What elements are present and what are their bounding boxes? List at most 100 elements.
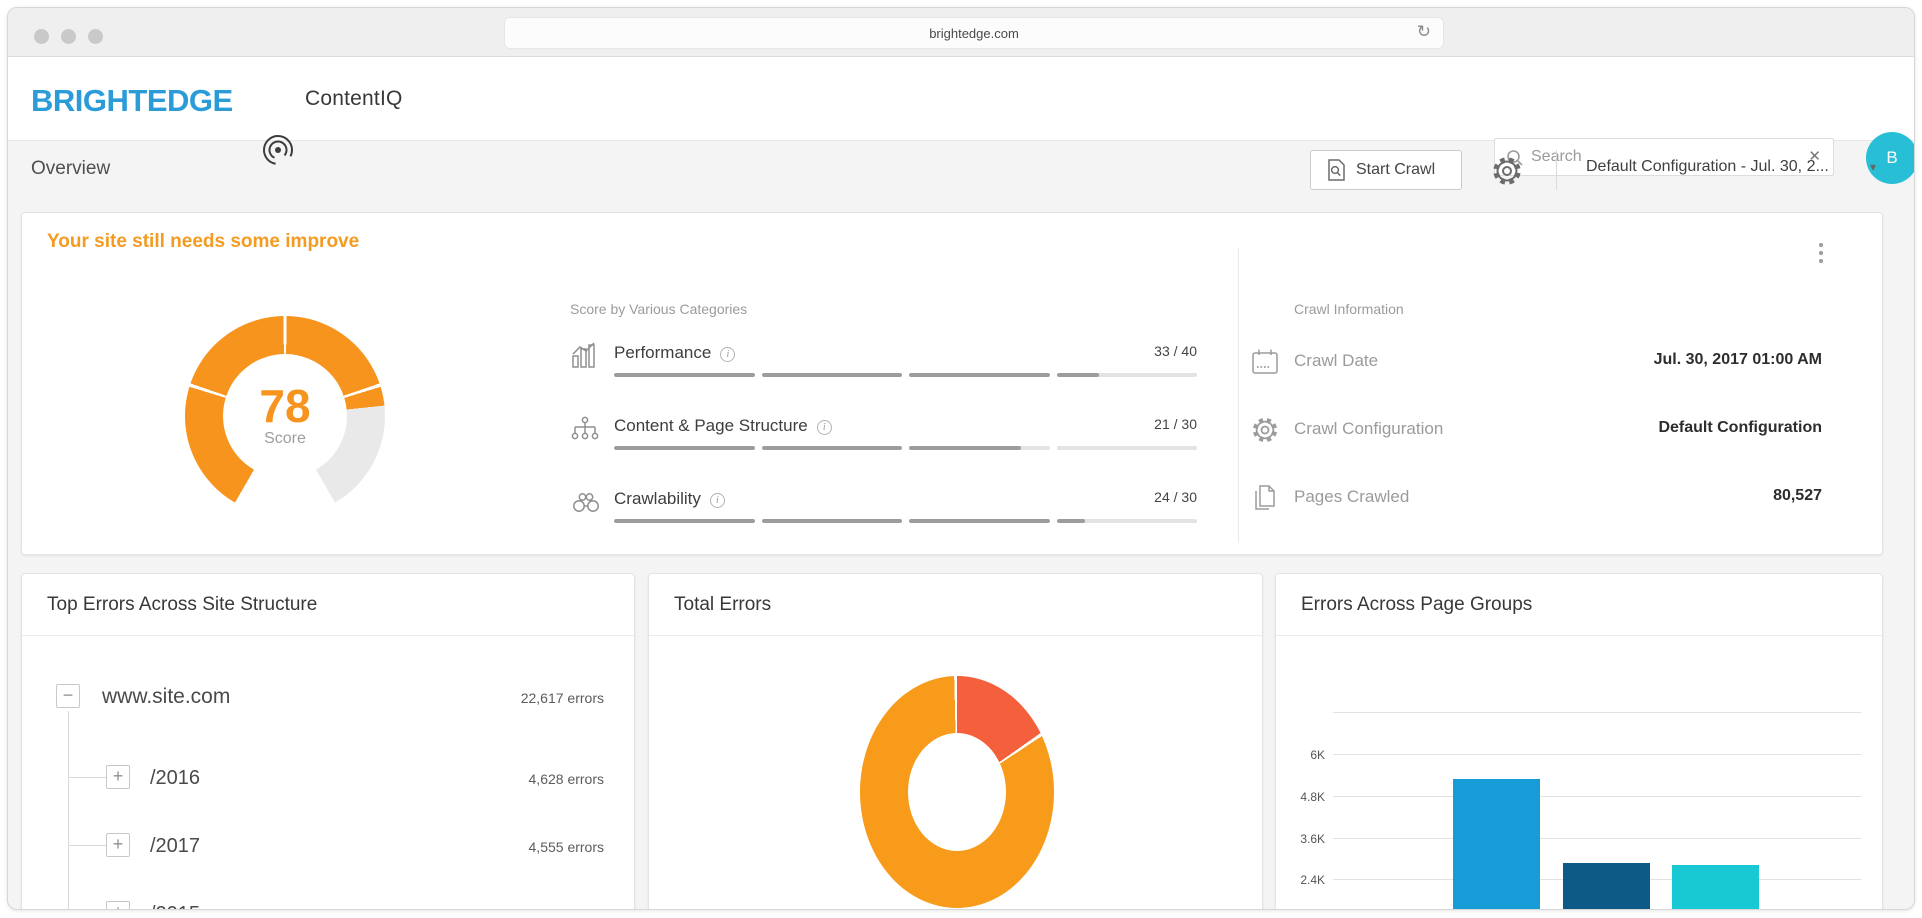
crawl-info-row: Crawl Date Jul. 30, 2017 01:00 AM xyxy=(1250,347,1822,377)
tree-child-label[interactable]: /2017 xyxy=(150,835,200,858)
configuration-selector[interactable]: Default Configuration - Jul. 30, 2... xyxy=(1586,158,1829,176)
score-label: Score xyxy=(264,430,306,448)
category-score: 33 / 40 xyxy=(1154,343,1197,359)
tree-connector xyxy=(69,845,106,846)
category-score: 21 / 30 xyxy=(1154,416,1197,432)
progress-segment xyxy=(614,519,755,523)
progress-segment xyxy=(762,519,903,523)
gear-icon xyxy=(1250,415,1280,445)
window-zoom-icon[interactable] xyxy=(88,29,103,44)
progress-segment xyxy=(614,446,755,450)
toolbar-divider xyxy=(1556,150,1557,190)
settings-gear-icon[interactable] xyxy=(1490,154,1524,188)
y-axis-tick-label: 6K xyxy=(1281,748,1325,762)
page-groups-errors-card: Errors Across Page Groups 01.2K2.4K3.6K4… xyxy=(1275,573,1883,910)
crawl-info-row: Crawl Configuration Default Configuratio… xyxy=(1250,415,1822,445)
category-row-crawlability: Crawlabilityi 24 / 30 xyxy=(570,487,1197,533)
total-errors-donut-chart[interactable] xyxy=(860,676,1054,908)
tree-child-errors: 3,447 errors xyxy=(529,907,604,910)
card-title: Total Errors xyxy=(674,594,771,616)
progress-segment xyxy=(909,446,1050,450)
tree-root-errors: 22,617 errors xyxy=(521,690,604,706)
category-name: Performancei xyxy=(614,343,735,363)
tree-child-errors: 4,628 errors xyxy=(529,771,604,787)
bar-chart: 01.2K2.4K3.6K4.8K6K xyxy=(1333,713,1861,910)
y-axis-tick-label: 3.6K xyxy=(1281,832,1325,846)
crawl-info-section-title: Crawl Information xyxy=(1294,301,1404,317)
gridline xyxy=(1333,838,1861,839)
card-title: Errors Across Page Groups xyxy=(1301,594,1532,616)
page-toolbar: Overview Start Crawl Default Configurati… xyxy=(8,141,1914,198)
progress-segment xyxy=(1057,373,1198,377)
category-score: 24 / 30 xyxy=(1154,489,1197,505)
score-banner: Your site still needs some improve xyxy=(47,231,359,253)
card-menu-icon[interactable] xyxy=(1815,239,1827,267)
site-structure-errors-card: Top Errors Across Site Structure − www.s… xyxy=(21,573,635,910)
section-divider xyxy=(1238,248,1239,543)
category-name: Crawlabilityi xyxy=(614,489,725,509)
crawl-document-icon xyxy=(1325,158,1347,182)
progress-segment xyxy=(762,446,903,450)
info-icon[interactable]: i xyxy=(817,420,832,435)
performance-icon xyxy=(570,341,600,371)
info-icon[interactable]: i xyxy=(720,347,735,362)
total-errors-card: Total Errors xyxy=(648,573,1263,910)
crawl-date-label: Crawl Date xyxy=(1294,351,1378,371)
expand-node-icon[interactable]: + xyxy=(106,901,130,910)
y-axis-tick-label: 4.8K xyxy=(1281,790,1325,804)
window-close-icon[interactable] xyxy=(34,29,49,44)
url-text: brightedge.com xyxy=(929,26,1019,41)
tree-child-errors: 4,555 errors xyxy=(529,839,604,855)
expand-node-icon[interactable]: + xyxy=(106,765,130,789)
pages-crawled-label: Pages Crawled xyxy=(1294,487,1409,507)
collapse-node-icon[interactable]: − xyxy=(56,684,80,708)
window-controls[interactable] xyxy=(34,29,103,44)
gridline xyxy=(1333,712,1861,713)
tree-root-label[interactable]: www.site.com xyxy=(102,685,230,709)
crawl-date-value: Jul. 30, 2017 01:00 AM xyxy=(1654,351,1822,369)
pages-icon xyxy=(1250,483,1280,513)
bar-page-group-2[interactable] xyxy=(1563,863,1650,910)
category-progress-bar xyxy=(614,373,1197,377)
tree-child-label[interactable]: /2015 xyxy=(150,903,200,910)
start-crawl-label: Start Crawl xyxy=(1356,161,1435,179)
app-header: BRIGHTEDGE ContentIQ ✕ B xyxy=(8,57,1914,141)
category-name: Content & Page Structurei xyxy=(614,416,832,436)
app-name: ContentIQ xyxy=(305,87,403,111)
bar-page-group-3[interactable] xyxy=(1672,865,1759,910)
address-bar[interactable]: brightedge.com ↻ xyxy=(504,17,1444,49)
gridline xyxy=(1333,754,1861,755)
chevron-down-icon[interactable]: ▾ xyxy=(1870,160,1876,174)
crawl-info-row: Pages Crawled 80,527 xyxy=(1250,483,1822,513)
progress-segment xyxy=(1057,446,1198,450)
brightedge-logo[interactable]: BRIGHTEDGE xyxy=(31,83,233,119)
progress-segment xyxy=(614,373,755,377)
category-row-content-structure: Content & Page Structurei 21 / 30 xyxy=(570,414,1197,460)
browser-chrome: brightedge.com ↻ xyxy=(8,8,1914,57)
tree-connector xyxy=(68,711,69,910)
progress-segment xyxy=(909,373,1050,377)
tree-connector xyxy=(69,777,106,778)
bar-page-group-1[interactable] xyxy=(1453,779,1540,910)
calendar-icon xyxy=(1250,347,1280,377)
progress-segment xyxy=(1057,519,1198,523)
category-progress-bar xyxy=(614,446,1197,450)
start-crawl-button[interactable]: Start Crawl xyxy=(1310,150,1462,190)
score-value: 78 xyxy=(259,384,310,428)
score-gauge: 78 Score xyxy=(185,316,385,516)
window-minimize-icon[interactable] xyxy=(61,29,76,44)
browser-window: brightedge.com ↻ BRIGHTEDGE ContentIQ ✕ … xyxy=(7,7,1915,910)
info-icon[interactable]: i xyxy=(710,493,725,508)
categories-section-title: Score by Various Categories xyxy=(570,301,747,317)
site-structure-icon xyxy=(570,414,600,444)
site-score-card: Your site still needs some improve 78 Sc… xyxy=(21,212,1883,555)
gridline xyxy=(1333,796,1861,797)
crawlability-icon xyxy=(570,487,602,517)
pages-crawled-value: 80,527 xyxy=(1773,487,1822,505)
expand-node-icon[interactable]: + xyxy=(106,833,130,857)
card-title: Top Errors Across Site Structure xyxy=(47,594,317,616)
reload-icon[interactable]: ↻ xyxy=(1417,22,1431,42)
crawl-configuration-value: Default Configuration xyxy=(1658,419,1822,437)
page-title: Overview xyxy=(31,158,110,180)
tree-child-label[interactable]: /2016 xyxy=(150,767,200,790)
